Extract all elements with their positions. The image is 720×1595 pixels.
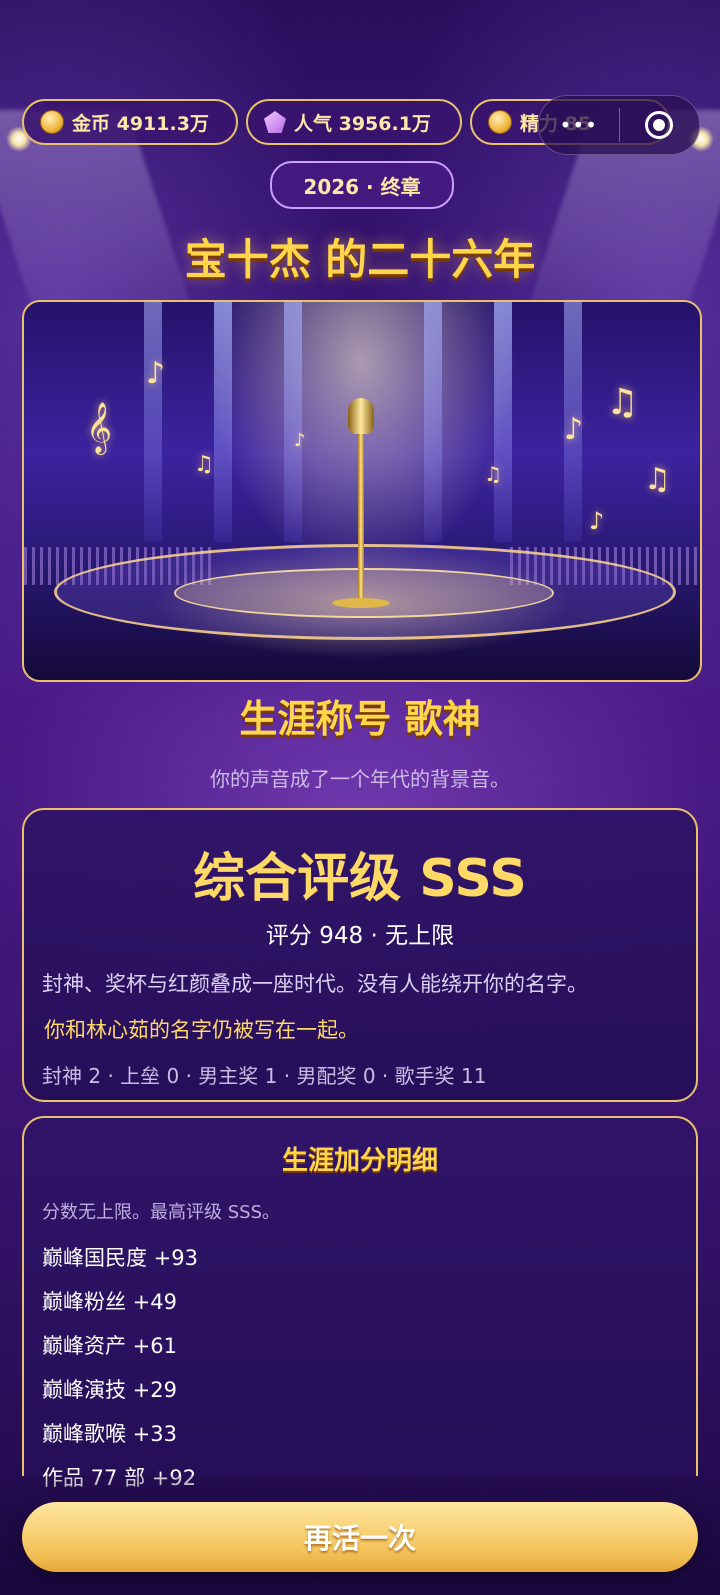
list-item: 巅峰国民度 +93 xyxy=(42,1246,198,1270)
rating-description: 封神、奖杯与红颜叠成一座时代。没有人能绕开你的名字。 xyxy=(42,972,588,996)
microphone-icon xyxy=(348,398,374,434)
score-details-card: 生涯加分明细 分数无上限。最高评级 SSS。 巅峰国民度 +93 巅峰粉丝 +4… xyxy=(22,1116,698,1490)
stage-illustration: 𝄞 ♪ ♫ ♪ ♫ ♫ ♪ ♪ ♫ xyxy=(22,300,702,682)
music-note-icon: ♫ xyxy=(644,462,671,497)
overall-rating: 综合评级 SSS xyxy=(193,849,527,909)
music-note-icon: ♫ xyxy=(484,462,502,486)
awards-summary: 封神 2 · 上垒 0 · 男主奖 1 · 男配奖 0 · 歌手奖 11 xyxy=(42,1064,487,1088)
gold-stat[interactable]: 金币 4911.3万 xyxy=(22,99,238,145)
details-list: 巅峰国民度 +93 巅峰粉丝 +49 巅峰资产 +61 巅峰演技 +29 巅峰歌… xyxy=(42,1236,198,1500)
career-title: 生涯称号 歌神 xyxy=(239,697,481,741)
page-title: 宝十杰 的二十六年 xyxy=(184,235,536,284)
popularity-stat[interactable]: 人气 3956.1万 xyxy=(246,99,462,145)
music-note-icon: 𝄞 xyxy=(86,402,113,453)
retry-button[interactable]: 再活一次 xyxy=(22,1502,698,1572)
gold-stat-label: 金币 4911.3万 xyxy=(72,112,209,135)
music-note-icon: ♫ xyxy=(606,382,639,423)
popularity-stat-label: 人气 3956.1万 xyxy=(294,112,431,135)
list-item: 巅峰粉丝 +49 xyxy=(42,1290,177,1314)
target-icon xyxy=(645,111,674,139)
details-note: 分数无上限。最高评级 SSS。 xyxy=(42,1202,280,1223)
list-item: 巅峰资产 +61 xyxy=(42,1334,177,1358)
close-miniprogram-button[interactable] xyxy=(620,111,700,139)
microphone-stand xyxy=(358,422,364,602)
coin-icon xyxy=(40,110,64,134)
rating-card: 综合评级 SSS 评分 948 · 无上限 封神、奖杯与红颜叠成一座时代。没有人… xyxy=(22,808,698,1102)
more-button[interactable]: ••• xyxy=(539,113,619,137)
details-title: 生涯加分明细 xyxy=(281,1146,438,1176)
coin-icon xyxy=(488,110,512,134)
partner-line: 你和林心茹的名字仍被写在一起。 xyxy=(44,1018,359,1042)
miniprogram-capsule: ••• xyxy=(538,95,700,155)
list-item: 巅峰演技 +29 xyxy=(42,1378,177,1402)
music-note-icon: ♪ xyxy=(146,356,166,391)
list-item: 巅峰歌喉 +33 xyxy=(42,1422,177,1446)
music-note-icon: ♫ xyxy=(194,452,214,477)
career-tagline: 你的声音成了一个年代的背景音。 xyxy=(210,767,510,791)
music-note-icon: ♪ xyxy=(589,507,605,535)
gem-icon xyxy=(264,111,286,133)
score-line: 评分 948 · 无上限 xyxy=(265,923,455,949)
music-note-icon: ♪ xyxy=(294,430,306,451)
year-badge: 2026 · 终章 xyxy=(270,161,454,209)
stage-center xyxy=(174,568,554,618)
music-note-icon: ♪ xyxy=(564,412,584,447)
